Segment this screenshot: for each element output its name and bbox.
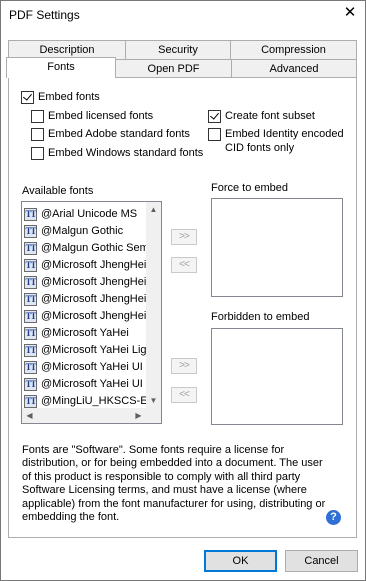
checkbox-box[interactable]: [31, 147, 44, 160]
truetype-font-icon: TT: [24, 275, 37, 289]
font-name: @Microsoft JhengHei: [41, 293, 147, 305]
embed-identity-label-line2: CID fonts only: [225, 142, 295, 154]
scroll-right-icon[interactable]: ▶: [131, 408, 146, 423]
truetype-font-icon: TT: [24, 377, 37, 391]
scroll-up-icon[interactable]: ▲: [146, 202, 161, 217]
truetype-font-icon: TT: [24, 326, 37, 340]
embed-identity-cid-label: Embed Identity encoded CID fonts only: [225, 127, 344, 155]
font-name: @Microsoft YaHei Light: [41, 344, 156, 356]
embed-adobe-fonts-label: Embed Adobe standard fonts: [48, 128, 190, 140]
font-name: @Microsoft JhengHei: [41, 276, 147, 288]
font-name: @Arial Unicode MS: [41, 208, 138, 220]
ok-button[interactable]: OK: [204, 550, 277, 572]
checkbox-box[interactable]: [31, 110, 44, 123]
checkbox-box[interactable]: [21, 91, 34, 104]
horizontal-scrollbar[interactable]: ◀ ▶: [22, 408, 146, 423]
create-font-subset-label: Create font subset: [225, 110, 315, 122]
font-name: @Microsoft YaHei: [41, 327, 129, 339]
checkbox-box[interactable]: [208, 128, 221, 141]
font-name: @Microsoft YaHei UI: [41, 361, 143, 373]
tab-open-pdf[interactable]: Open PDF: [115, 59, 232, 78]
embed-identity-cid-checkbox[interactable]: Embed Identity encoded CID fonts only: [208, 127, 344, 155]
tab-advanced[interactable]: Advanced: [231, 59, 357, 78]
available-fonts-list[interactable]: TT @Arial Unicode MS TT @Malgun Gothic TT @…: [21, 201, 162, 424]
vertical-scrollbar[interactable]: ▲ ▼: [146, 202, 161, 408]
license-notice: Fonts are "Software". Some fonts require…: [22, 444, 326, 524]
tab-compression[interactable]: Compression: [230, 40, 357, 59]
embed-licensed-fonts-label: Embed licensed fonts: [48, 110, 154, 122]
embed-windows-fonts-checkbox[interactable]: Embed Windows standard fonts: [31, 146, 203, 160]
list-item[interactable]: TT @Arial Unicode MS: [24, 206, 137, 222]
font-name: @MingLiU_HKSCS-ExtB: [41, 395, 162, 407]
list-item[interactable]: TT @Microsoft JhengHei: [24, 274, 146, 290]
list-item[interactable]: TT @Malgun Gothic: [24, 223, 123, 239]
truetype-font-icon: TT: [24, 224, 37, 238]
list-item[interactable]: TT @Malgun Gothic Semilight: [24, 240, 162, 256]
truetype-font-icon: TT: [24, 309, 37, 323]
embed-adobe-fonts-checkbox[interactable]: Embed Adobe standard fonts: [31, 127, 190, 141]
truetype-font-icon: TT: [24, 343, 37, 357]
font-name: @Microsoft YaHei UI: [41, 378, 143, 390]
remove-from-forbidden-button[interactable]: <<: [171, 387, 197, 403]
list-item[interactable]: TT @Microsoft YaHei UI: [24, 359, 143, 375]
forbidden-to-embed-list[interactable]: [211, 328, 343, 425]
tab-security[interactable]: Security: [125, 40, 231, 59]
tab-fonts[interactable]: Fonts: [6, 57, 116, 78]
force-to-embed-label: Force to embed: [211, 182, 289, 194]
font-name: @Microsoft JhengHei: [41, 259, 147, 271]
embed-fonts-label: Embed fonts: [38, 91, 100, 103]
truetype-font-icon: TT: [24, 241, 37, 255]
help-icon[interactable]: ?: [326, 510, 341, 525]
checkbox-box[interactable]: [31, 128, 44, 141]
scroll-down-icon[interactable]: ▼: [146, 393, 161, 408]
forbidden-to-embed-label: Forbidden to embed: [211, 311, 310, 323]
truetype-font-icon: TT: [24, 360, 37, 374]
truetype-font-icon: TT: [24, 207, 37, 221]
embed-identity-label-line1: Embed Identity encoded: [225, 128, 344, 140]
font-name: @Malgun Gothic Semilight: [41, 242, 162, 254]
close-icon[interactable]: ✕: [339, 2, 361, 24]
list-item[interactable]: TT @Microsoft YaHei: [24, 325, 129, 341]
truetype-font-icon: TT: [24, 394, 37, 408]
add-to-forbidden-button[interactable]: >>: [171, 358, 197, 374]
embed-licensed-fonts-checkbox[interactable]: Embed licensed fonts: [31, 109, 153, 123]
scrollbar-corner: [146, 408, 161, 423]
list-item[interactable]: TT @Microsoft YaHei Light: [24, 342, 156, 358]
checkbox-box[interactable]: [208, 110, 221, 123]
force-to-embed-list[interactable]: [211, 198, 343, 297]
list-item[interactable]: TT @MingLiU_HKSCS-ExtB: [24, 393, 162, 409]
list-item[interactable]: TT @Microsoft JhengHei: [24, 257, 146, 273]
remove-from-force-button[interactable]: <<: [171, 257, 197, 273]
create-font-subset-checkbox[interactable]: Create font subset: [208, 109, 315, 123]
embed-fonts-checkbox[interactable]: Embed fonts: [21, 90, 100, 104]
truetype-font-icon: TT: [24, 292, 37, 306]
list-item[interactable]: TT @Microsoft YaHei UI: [24, 376, 143, 392]
truetype-font-icon: TT: [24, 258, 37, 272]
font-name: @Microsoft JhengHei: [41, 310, 147, 322]
font-name: @Malgun Gothic: [41, 225, 124, 237]
embed-windows-fonts-label: Embed Windows standard fonts: [48, 147, 204, 159]
available-fonts-label: Available fonts: [22, 185, 94, 197]
list-item[interactable]: TT @Microsoft JhengHei: [24, 291, 146, 307]
cancel-button[interactable]: Cancel: [285, 550, 358, 572]
add-to-force-button[interactable]: >>: [171, 229, 197, 245]
dialog-title: PDF Settings: [9, 8, 80, 22]
list-item[interactable]: TT @Microsoft JhengHei: [24, 308, 146, 324]
scroll-left-icon[interactable]: ◀: [22, 408, 37, 423]
